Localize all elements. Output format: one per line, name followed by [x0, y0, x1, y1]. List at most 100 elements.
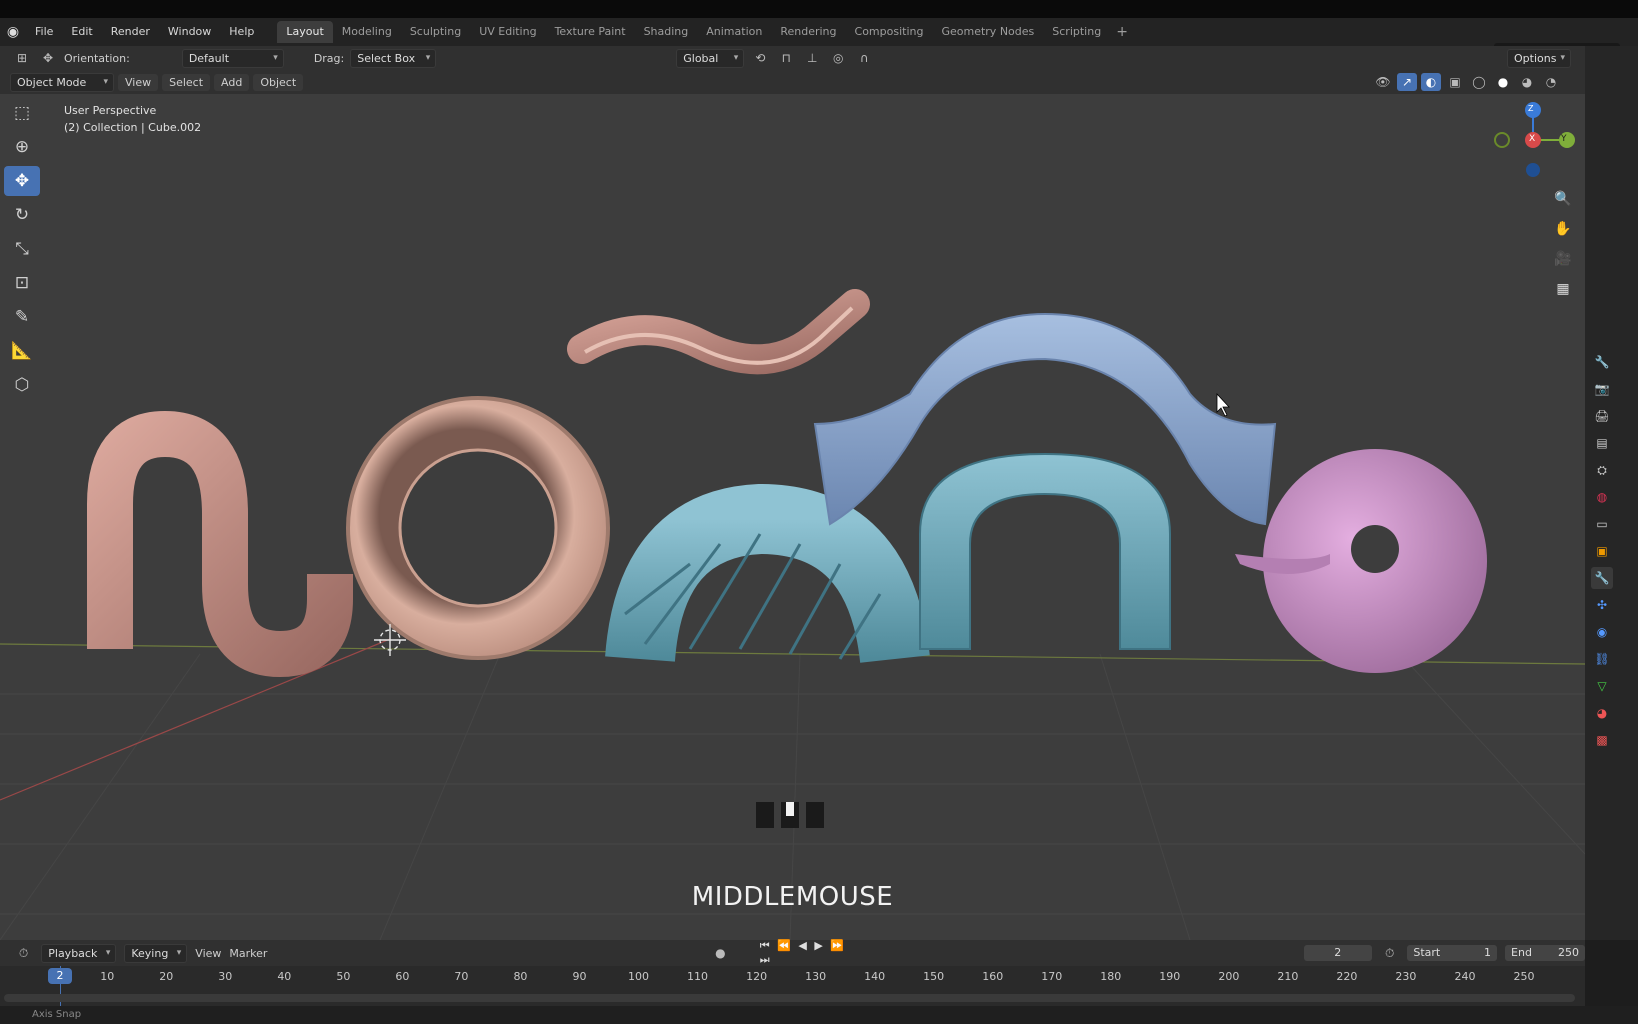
tab-modeling[interactable]: Modeling [333, 21, 401, 43]
measure-tool-icon[interactable]: 📐 [4, 336, 40, 366]
stopwatch-icon[interactable]: ⏱ [1380, 944, 1399, 962]
pan-hand-icon[interactable]: ✋ [1550, 216, 1576, 242]
tab-layout[interactable]: Layout [277, 21, 333, 43]
tab-texture-paint[interactable]: Texture Paint [546, 21, 635, 43]
overlay-toggle-icon[interactable]: ◐ [1421, 73, 1441, 91]
world-properties-icon[interactable]: ◍ [1591, 486, 1613, 508]
jump-start-icon[interactable]: ⏮ [758, 939, 772, 952]
timeline-view-menu[interactable]: View [195, 947, 221, 960]
select-menu[interactable]: Select [162, 73, 211, 91]
drag-dropdown[interactable]: Select Box [350, 48, 437, 68]
gizmo-x-label[interactable]: X [1529, 134, 1535, 144]
tab-sculpting[interactable]: Sculpting [401, 21, 470, 43]
constraints-icon[interactable]: ⛓ [1591, 648, 1613, 670]
next-keyframe-icon[interactable]: ⏩ [828, 939, 846, 952]
menu-window[interactable]: Window [159, 18, 220, 46]
playhead-badge[interactable]: 2 [48, 968, 72, 984]
current-frame-field[interactable]: 2 [1303, 945, 1372, 961]
3d-viewport[interactable] [0, 94, 1585, 940]
timeline-tick: 250 [1513, 970, 1535, 983]
prev-keyframe-icon[interactable]: ⏪ [775, 939, 793, 952]
mode-dropdown[interactable]: Object Mode [10, 72, 114, 92]
snap-icon[interactable]: ⊓ [776, 49, 796, 67]
options-dropdown[interactable]: Options [1507, 48, 1571, 68]
timeline-tick: 130 [805, 970, 827, 983]
select-tool-icon[interactable]: ⬚ [4, 98, 40, 128]
gizmo-toggle-icon[interactable]: ↗ [1397, 73, 1417, 91]
timeline-tick: 90 [572, 970, 587, 983]
collection-properties-icon[interactable]: ▭ [1591, 513, 1613, 535]
perspective-label: User Perspective [64, 104, 157, 117]
play-icon[interactable]: ▶ [812, 939, 824, 952]
modifier-properties-icon[interactable]: 🔧 [1591, 567, 1613, 589]
tab-rendering[interactable]: Rendering [771, 21, 845, 43]
pivot-point-icon[interactable]: ⟲ [750, 49, 770, 67]
tab-compositing[interactable]: Compositing [846, 21, 933, 43]
tab-scripting[interactable]: Scripting [1043, 21, 1110, 43]
annotate-tool-icon[interactable]: ✎ [4, 302, 40, 332]
output-properties-icon[interactable]: 🖨 [1591, 405, 1613, 427]
solid-shading-icon[interactable]: ● [1493, 73, 1513, 91]
rendered-shading-icon[interactable]: ◔ [1541, 73, 1561, 91]
tab-animation[interactable]: Animation [697, 21, 771, 43]
start-frame-field[interactable]: Start 1 [1407, 945, 1498, 961]
zoom-icon[interactable]: 🔍 [1550, 186, 1576, 212]
tab-geometry-nodes[interactable]: Geometry Nodes [932, 21, 1043, 43]
move-tool-button[interactable]: ✥ [4, 166, 40, 196]
rotate-tool-icon[interactable]: ↻ [4, 200, 40, 230]
view-layer-icon[interactable]: ▤ [1591, 432, 1613, 454]
playback-menu[interactable]: Playback [41, 943, 117, 963]
camera-view-icon[interactable]: 🎥 [1550, 246, 1576, 272]
tool-properties-icon[interactable]: 🔧 [1591, 351, 1613, 373]
timeline-tick: 30 [218, 970, 233, 983]
record-icon[interactable]: ● [711, 944, 730, 962]
wireframe-shading-icon[interactable]: ◯ [1469, 73, 1489, 91]
orientation-dropdown[interactable]: Default [181, 48, 284, 68]
material-shading-icon[interactable]: ◕ [1517, 73, 1537, 91]
timeline-scrollbar[interactable] [4, 994, 1575, 1002]
timeline-track[interactable]: 10 20 30 40 50 60 70 80 90 100 110 120 130 140 150 160 1… [0, 966, 1585, 1006]
particles-icon[interactable]: ✣ [1591, 594, 1613, 616]
gizmo-y-label[interactable]: Y [1561, 134, 1567, 144]
jump-end-icon[interactable]: ⏭ [758, 953, 772, 966]
tab-uv-editing[interactable]: UV Editing [470, 21, 545, 43]
snap-target-icon[interactable]: ⊥ [802, 49, 822, 67]
menu-edit[interactable]: Edit [62, 18, 101, 46]
ortho-grid-icon[interactable]: ▦ [1550, 276, 1576, 302]
timeline-tick: 210 [1277, 970, 1299, 983]
material-properties-icon[interactable]: ◕ [1591, 702, 1613, 724]
physics-icon[interactable]: ◉ [1591, 621, 1613, 643]
blender-logo-icon[interactable]: ◉ [0, 18, 26, 46]
add-workspace-button[interactable]: + [1110, 24, 1134, 40]
menu-file[interactable]: File [26, 18, 62, 46]
add-cube-tool-icon[interactable]: ⬡ [4, 370, 40, 400]
scale-tool-icon[interactable]: ⤡ [4, 234, 40, 264]
view-menu[interactable]: View [118, 73, 159, 91]
tab-shading[interactable]: Shading [635, 21, 698, 43]
menu-render[interactable]: Render [102, 18, 159, 46]
visibility-icon[interactable]: 👁 [1373, 73, 1393, 91]
object-menu[interactable]: Object [253, 73, 304, 91]
marker-menu[interactable]: Marker [229, 947, 267, 960]
status-bar: Axis Snap [0, 1006, 1638, 1024]
render-properties-icon[interactable]: 📷 [1591, 378, 1613, 400]
timeline-editor-icon[interactable]: ⏱ [14, 944, 33, 962]
texture-properties-icon[interactable]: ▩ [1591, 729, 1613, 751]
scene-properties-icon[interactable]: ⛭ [1591, 459, 1613, 481]
transform-orientation-dropdown[interactable]: Global [676, 48, 745, 68]
play-reverse-icon[interactable]: ◀ [796, 939, 808, 952]
menu-help[interactable]: Help [220, 18, 263, 46]
collection-label: (2) Collection | Cube.002 [64, 121, 202, 134]
editor-type-icon[interactable]: ⊞ [12, 49, 32, 67]
xray-icon[interactable]: ▣ [1445, 73, 1465, 91]
end-frame-field[interactable]: End 250 [1505, 945, 1585, 961]
falloff-icon[interactable]: ∩ [854, 49, 874, 67]
cursor-tool-icon[interactable]: ⊕ [4, 132, 40, 162]
gizmo-z-label[interactable]: Z [1528, 104, 1533, 113]
add-menu[interactable]: Add [214, 73, 250, 91]
proportional-edit-icon[interactable]: ◎ [828, 49, 848, 67]
transform-tool-icon[interactable]: ⊡ [4, 268, 40, 298]
object-properties-icon[interactable]: ▣ [1591, 540, 1613, 562]
keying-menu[interactable]: Keying [124, 943, 188, 963]
data-properties-icon[interactable]: ▽ [1591, 675, 1613, 697]
